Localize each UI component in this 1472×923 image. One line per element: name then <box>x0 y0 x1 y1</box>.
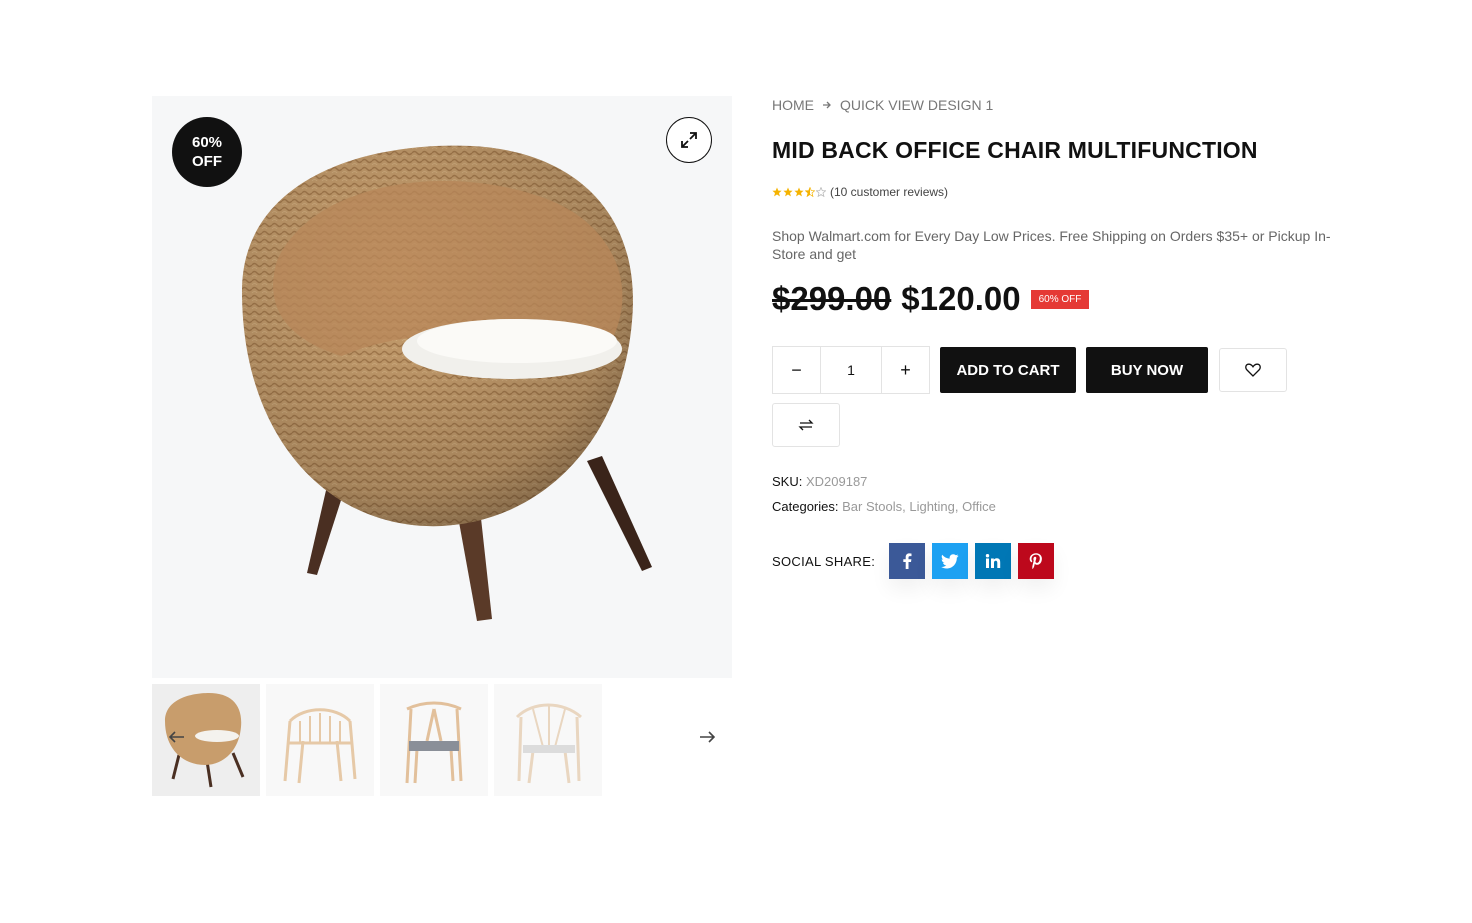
discount-tag: 60% OFF <box>1030 289 1090 309</box>
heart-icon <box>1245 363 1261 377</box>
star-half-icon <box>805 187 815 197</box>
expand-icon <box>681 132 697 148</box>
wishbone-grey-thumbnail-image <box>405 701 463 784</box>
star-empty-icon <box>816 187 826 197</box>
twitter-icon <box>941 553 959 568</box>
thumbnail-next-button[interactable] <box>696 726 718 748</box>
rattan-egg-chair-image <box>242 145 652 621</box>
wishbone-white-thumbnail-image <box>515 703 582 784</box>
sku-label: SKU: <box>772 474 803 489</box>
reviews-link[interactable]: (10 customer reviews) <box>830 185 948 199</box>
star-filled-icon <box>783 187 793 197</box>
breadcrumb-current[interactable]: QUICK VIEW DESIGN 1 <box>840 97 993 113</box>
quantity-input[interactable] <box>820 347 882 393</box>
social-share-label: SOCIAL SHARE: <box>772 553 876 569</box>
linkedin-icon <box>985 554 1001 568</box>
buy-now-button[interactable]: BUY NOW <box>1086 347 1208 393</box>
main-product-image: 60% OFF <box>152 96 732 678</box>
product-title: MID BACK OFFICE CHAIR MULTIFUNCTION <box>772 137 1258 163</box>
pinterest-icon <box>1029 553 1043 569</box>
sale-badge-off: OFF <box>192 153 222 170</box>
product-description: Shop Walmart.com for Every Day Low Price… <box>772 228 1331 262</box>
quantity-increase-button[interactable]: + <box>882 347 929 393</box>
quantity-decrease-button[interactable]: − <box>773 347 820 393</box>
star-rating <box>772 187 826 197</box>
breadcrumb: HOME QUICK VIEW DESIGN 1 <box>772 97 993 113</box>
linkedin-share-button[interactable] <box>975 543 1012 579</box>
product-rating: (10 customer reviews) <box>772 185 948 199</box>
category-link-bar-stools[interactable]: Bar Stools <box>842 499 902 514</box>
thumbnail-wishbone-chair-grey[interactable] <box>380 684 488 796</box>
old-price: $299.00 <box>772 280 892 317</box>
twitter-share-button[interactable] <box>932 543 969 579</box>
wooden-armchair-thumbnail-image <box>283 708 357 784</box>
thumbnail-strip <box>152 682 732 798</box>
quantity-stepper: − + <box>772 346 930 394</box>
sale-badge-percent: 60% <box>191 134 223 151</box>
compare-icon <box>798 419 814 431</box>
sale-price: $120.00 <box>901 280 1021 317</box>
price-row: $299.00 $120.00 60% OFF <box>772 280 1090 318</box>
sale-badge: 60% OFF <box>172 117 242 187</box>
arrow-left-icon <box>169 731 184 743</box>
compare-button[interactable] <box>772 403 840 447</box>
sku-value: XD209187 <box>805 474 868 489</box>
arrow-right-icon <box>700 731 715 743</box>
star-filled-icon <box>772 187 782 197</box>
breadcrumb-home[interactable]: HOME <box>772 97 814 113</box>
star-filled-icon <box>794 187 804 197</box>
add-to-cart-button[interactable]: ADD TO CART <box>940 347 1076 393</box>
thumbnail-wishbone-chair-white[interactable] <box>494 684 602 796</box>
categories-label: Categories: <box>772 499 839 514</box>
arrow-right-icon <box>823 101 831 109</box>
pinterest-share-button[interactable] <box>1018 543 1055 579</box>
thumbnail-wooden-armchair[interactable] <box>266 684 374 796</box>
category-link-office[interactable]: Office <box>962 499 996 514</box>
category-link-lighting[interactable]: Lighting <box>909 499 955 514</box>
thumbnail-prev-button[interactable] <box>166 726 188 748</box>
social-share: SOCIAL SHARE: <box>772 543 1061 579</box>
sku-row: SKU: XD209187 <box>772 474 867 489</box>
wishlist-button[interactable] <box>1219 348 1287 392</box>
zoom-button[interactable] <box>666 117 712 163</box>
categories-row: Categories: Bar Stools, Lighting, Office <box>772 499 996 514</box>
facebook-icon <box>903 553 912 569</box>
facebook-share-button[interactable] <box>889 543 926 579</box>
